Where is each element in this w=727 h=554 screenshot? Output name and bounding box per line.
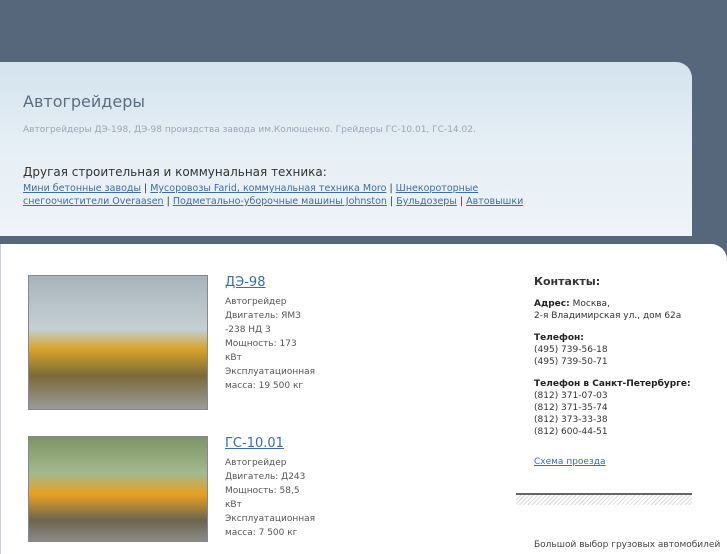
phone: (812) 371-07-03 [534, 391, 608, 401]
product-photo[interactable] [28, 275, 208, 410]
spb-phone-label: Телефон в Санкт-Петербурге: [534, 379, 691, 389]
product-power: Мощность: 173 кВт [225, 339, 297, 363]
link-bulldozers[interactable]: Бульдозеры [396, 196, 457, 207]
separator: | [166, 196, 170, 207]
product-type: Автогрейдер [225, 458, 287, 468]
phone: (812) 600-44-51 [534, 427, 608, 437]
product-type: Автогрейдер [225, 297, 287, 307]
phone: (495) 739-50-71 [534, 357, 608, 367]
product-link[interactable]: ГС-10.01 [225, 436, 315, 452]
map-link[interactable]: Схема проезда [534, 457, 605, 467]
address-label: Адрес: [534, 299, 570, 309]
product-engine: Двигатель: Д243 [225, 472, 306, 482]
contacts-title: Контакты: [534, 275, 601, 288]
bottom-text: Большой выбор грузовых автомобилей [534, 540, 721, 550]
product-item: ГС-10.01 Автогрейдер Двигатель: Д243 Мощ… [28, 436, 315, 542]
separator: | [459, 196, 464, 207]
separator: | [389, 196, 394, 207]
phone: (812) 371-35-74 [534, 403, 608, 413]
page-description: Автогрейдеры ДЭ-198, ДЭ-98 произдства за… [23, 125, 476, 135]
link-concrete-plants[interactable]: Мини бетонные заводы [23, 183, 141, 194]
divider [516, 493, 692, 505]
link-garbage-trucks[interactable]: Мусоровозы Farid, коммунальная техника M… [150, 183, 386, 194]
product-link[interactable]: ДЭ-98 [225, 275, 315, 291]
contacts-block: Контакты: Адрес: Москва, 2-я Владимирская… [534, 276, 704, 468]
phone-label: Телефон: [534, 333, 584, 343]
product-item: ДЭ-98 Автогрейдер Двигатель: ЯМЗ -238 НД… [28, 275, 315, 410]
product-mass: Эксплуатационная масса: 19 500 кг [225, 367, 316, 391]
separator: | [144, 183, 148, 194]
other-equipment-label: Другая строительная и коммунальная техни… [23, 165, 327, 179]
address-street: 2-я Владимирская ул., дом 62а [534, 311, 682, 321]
address-city: Москва, [572, 299, 610, 309]
other-equipment-links: Мини бетонные заводы | Мусоровозы Farid,… [23, 182, 543, 208]
page-title: Автогрейдеры [23, 92, 145, 111]
product-engine: Двигатель: ЯМЗ -238 НД 3 [225, 311, 301, 335]
link-sweepers[interactable]: Подметально-уборочные машины Johnston [173, 196, 387, 207]
phone: (812) 373-33-38 [534, 415, 608, 425]
product-photo[interactable] [28, 436, 208, 542]
separator: | [389, 183, 393, 194]
header-panel: Автогрейдеры Автогрейдеры ДЭ-198, ДЭ-98 … [0, 62, 692, 236]
product-power: Мощность: 58,5 кВт [225, 486, 300, 510]
link-aerial-platforms[interactable]: Автовышки [466, 196, 523, 207]
main-content: ДЭ-98 Автогрейдер Двигатель: ЯМЗ -238 НД… [0, 244, 727, 554]
phone: (495) 739-56-18 [534, 345, 608, 355]
product-mass: Эксплуатационная масса: 7 500 кг [225, 514, 316, 538]
